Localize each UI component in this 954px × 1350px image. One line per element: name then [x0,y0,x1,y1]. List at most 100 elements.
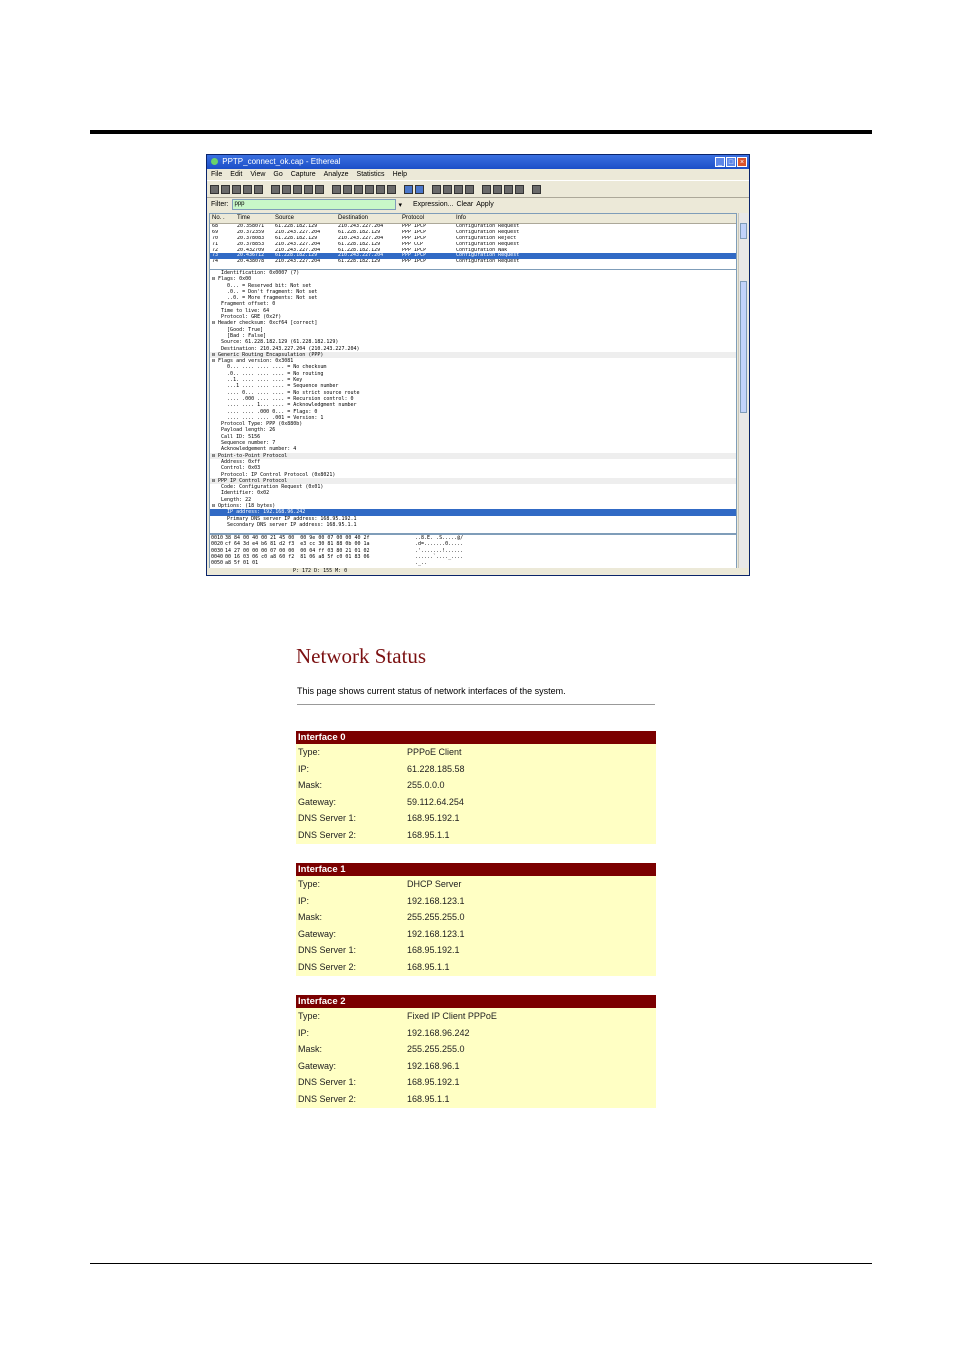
menu-view[interactable]: View [250,169,265,180]
interfaces-icon[interactable] [210,184,219,194]
interface-row-value: 192.168.123.1 [407,928,465,939]
apply-button[interactable]: Apply [476,201,494,208]
status-bar: P: 172 D: 155 M: 0 [207,568,749,575]
column-source[interactable]: Source [275,214,338,223]
page-title: Network Status [296,644,427,668]
colorize-icon[interactable] [404,184,413,194]
interface-row-label: IP: [298,895,310,906]
interface-2-table: Interface 2 Type: Fixed IP Client PPPoE IP:… [296,995,656,1108]
preferences-icon[interactable] [515,184,524,194]
interface-row: IP: 61.228.185.58 [296,760,656,778]
go-back-icon[interactable] [343,184,352,194]
window-title: PPTP_connect_ok.cap - Ethereal [222,157,341,166]
main-toolbar [207,180,749,198]
close-button[interactable]: × [737,157,747,167]
interface-row-label: DNS Server 2: [298,961,357,972]
find-packet-icon[interactable] [332,184,341,194]
zoom-normal-icon[interactable] [454,184,463,194]
hex-ascii: ._.. [415,560,428,567]
interface-row: DNS Server 1: 168.95.192.1 [296,810,656,827]
packet-row[interactable]: 74 20.438078 210.243.227.204 61.228.182.129… [210,259,736,265]
filter-input[interactable]: ррр [231,199,396,210]
packet-bytes-hex: 0010 38 84 00 40 00 21 45 00 00 9e 00 07 … [210,535,736,566]
column-info[interactable]: Info [456,214,736,223]
cell-protocol: PPP IPCP [402,259,427,265]
interface-0-table: Interface 0 Type: PPPoE Client IP: 61.228.18… [296,731,656,844]
interface-row-label: Gateway: [298,1060,337,1071]
interface-row-value: 255.255.255.0 [407,912,465,923]
hex-line: 0050 a8 5f 01 01 ._.. [210,560,736,566]
interface-row: Type: Fixed IP Client PPPoE [296,1008,656,1025]
go-first-icon[interactable] [376,184,385,194]
ethereal-window: PPTP_connect_ok.cap - Ethereal _ □ × Fil… [206,154,750,576]
minimize-button[interactable]: _ [715,157,725,167]
interface-row: DNS Server 2: 168.95.1.1 [296,826,656,844]
column-no[interactable]: No. . [210,214,237,223]
packet-list-header: No. . Time Source Destination Protocol I… [210,214,736,224]
start-capture-icon[interactable] [232,184,241,194]
stop-capture-icon[interactable] [243,184,252,194]
interface-1-table: Interface 1 Type: DHCP Server IP: 192.168.12… [296,863,656,976]
interface-row-value: 168.95.1.1 [407,961,450,972]
clear-button[interactable]: Clear [456,201,473,208]
capture-options-icon[interactable] [221,184,230,194]
interface-row-label: Type: [298,1011,321,1021]
interface-row-value: 255.255.255.0 [407,1044,465,1055]
packet-details-scrollbar[interactable] [738,269,748,534]
zoom-out-icon[interactable] [443,184,452,194]
interface-header: Interface 1 [296,863,656,876]
go-to-packet-icon[interactable] [365,184,374,194]
interface-row: IP: 192.168.123.1 [296,892,656,910]
menu-edit[interactable]: Edit [230,169,242,180]
column-protocol[interactable]: Protocol [402,214,456,223]
maximize-button[interactable]: □ [726,157,736,167]
capture-filters-icon[interactable] [482,184,491,194]
help-icon[interactable] [532,184,541,194]
menu-go[interactable]: Go [273,169,282,180]
close-file-icon[interactable] [293,184,302,194]
interface-row-value: 192.168.96.1 [407,1060,460,1071]
interface-row-value: 59.112.64.254 [407,796,464,807]
column-time[interactable]: Time [237,214,275,223]
resize-columns-icon[interactable] [465,184,474,194]
print-icon[interactable] [315,184,324,194]
packet-bytes-scrollbar[interactable] [738,534,748,569]
menu-file[interactable]: File [211,169,222,180]
zoom-in-icon[interactable] [432,184,441,194]
filter-dropdown-icon[interactable]: ▾ [399,201,403,209]
menu-help[interactable]: Help [393,169,407,180]
go-last-icon[interactable] [387,184,396,194]
go-forward-icon[interactable] [354,184,363,194]
hex-bytes: a8 5f 01 01 [225,560,259,567]
open-file-icon[interactable] [271,184,280,194]
packet-list-scrollbar[interactable] [738,213,748,270]
coloring-rules-icon[interactable] [504,184,513,194]
restart-capture-icon[interactable] [254,184,263,194]
packet-details-pane[interactable]: Identification: 0x0007 (7) ⊟ Flags: 0x00 … [209,269,737,534]
menu-capture[interactable]: Capture [291,169,316,180]
auto-scroll-icon[interactable] [415,184,424,194]
ethereal-app-icon [211,158,218,165]
menu-statistics[interactable]: Statistics [357,169,385,180]
interface-row-label: Gateway: [298,928,337,939]
interface-row-value: 255.0.0.0 [407,780,445,791]
expression-button[interactable]: Expression... [413,201,453,208]
interface-row-value: 168.95.1.1 [407,1093,450,1104]
packet-list-pane[interactable]: No. . Time Source Destination Protocol I… [209,213,737,270]
save-file-icon[interactable] [282,184,291,194]
packet-bytes-pane[interactable]: 0010 38 84 00 40 00 21 45 00 00 9e 00 07 … [209,534,737,569]
reload-icon[interactable] [304,184,313,194]
interface-row-value: 168.95.192.1 [407,1077,460,1088]
cell-info: Configuration Request [456,259,520,265]
interface-row-label: DNS Server 1: [298,813,357,824]
packet-rows: 68 20.358071 61.228.182.129 210.243.227.204… [210,224,736,265]
column-destination[interactable]: Destination [338,214,402,223]
tree-item[interactable]: Secondary DNS server IP address: 168.95.… [210,522,736,528]
menu-analyze[interactable]: Analyze [324,169,349,180]
filter-toolbar: Filter: ррр ▾ Expression... Clear Apply [207,198,749,211]
interface-row: Gateway: 192.168.96.1 [296,1057,656,1075]
interface-row-label: DNS Server 2: [298,1093,357,1104]
interface-row-label: Mask: [298,912,323,923]
cell-source: 210.243.227.204 [275,259,321,265]
display-filters-icon[interactable] [493,184,502,194]
